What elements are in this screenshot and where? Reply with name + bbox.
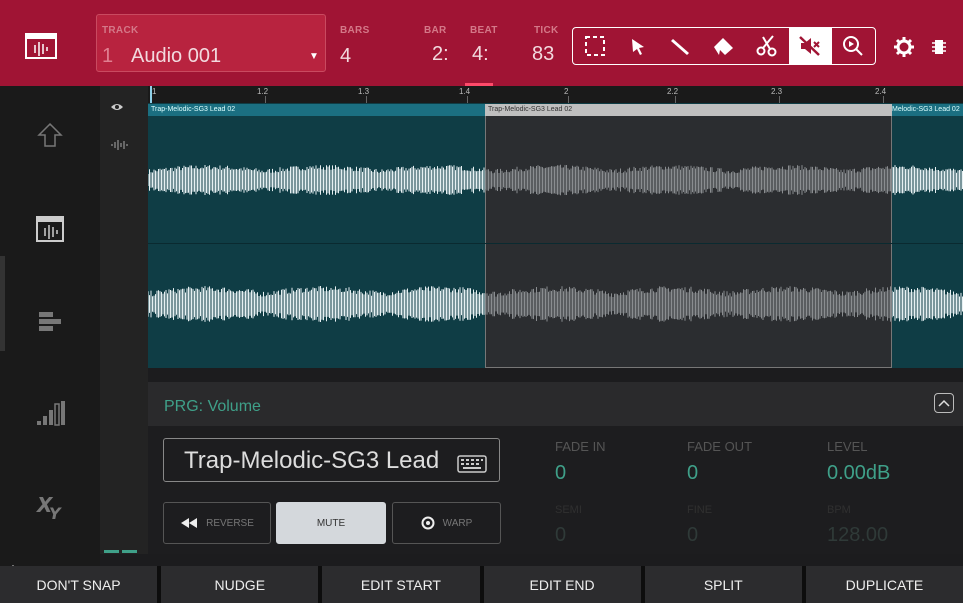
track-label: TRACK [102, 25, 139, 36]
waveform-display [148, 164, 963, 322]
fine-label: FINE [687, 504, 713, 516]
mute-tool[interactable] [788, 28, 832, 64]
region-edit-panel: Trap-Melodic-SG3 Lead REVERSE MUTE WARP … [148, 426, 963, 554]
track-selector[interactable]: TRACK 1 Audio 001 ▼ [96, 14, 326, 72]
scissors-icon [756, 35, 777, 57]
lane-controls [100, 86, 148, 554]
waveform-trace [892, 286, 963, 322]
waveform-trace [148, 165, 485, 195]
chevron-down-icon: ▼ [309, 51, 319, 62]
waveform-timeline[interactable]: 1 1.2 1.3 1.4 2 2.2 2.3 2.4 Trap-Melodic… [148, 86, 963, 368]
track-number: 1 [102, 45, 114, 67]
semi-label: SEMI [555, 504, 582, 516]
waveform-trace [485, 164, 892, 196]
left-sidebar: XY [0, 86, 100, 566]
waveform-trace [148, 286, 485, 322]
warp-label: WARP [442, 517, 473, 529]
audio-edit-mode-icon[interactable] [34, 214, 66, 244]
bar-value[interactable]: 2: [432, 43, 449, 66]
top-bar: TRACK 1 Audio 001 ▼ BARS 4 BAR 2: BEAT 4… [0, 0, 963, 86]
arrow-cursor-icon [631, 39, 644, 55]
mute-button[interactable]: MUTE [276, 502, 386, 544]
level-meter-icon[interactable] [34, 398, 66, 428]
nudge-button[interactable]: NUDGE [161, 566, 319, 603]
chevron-up-icon[interactable] [934, 393, 954, 413]
bars-value[interactable]: 4 [340, 45, 351, 68]
eraser-icon [713, 38, 733, 55]
tick-label: TICK [534, 25, 559, 36]
keyboard-icon[interactable] [457, 452, 487, 480]
mute-label: MUTE [316, 517, 346, 529]
xy-fx-icon[interactable]: XY [34, 492, 66, 522]
track-name: Audio 001 [131, 45, 222, 67]
pencil-tool[interactable] [659, 28, 702, 64]
fade-in-label: FADE IN [555, 439, 606, 454]
sample-name-field[interactable]: Trap-Melodic-SG3 Lead [163, 438, 500, 482]
edit-end-button[interactable]: EDIT END [483, 566, 641, 603]
function-button-bar: DON'T SNAP NUDGE EDIT START EDIT END SPL… [0, 566, 963, 603]
bar-label: BAR [424, 25, 447, 36]
audio-track-mode-icon[interactable] [20, 30, 62, 62]
split-button[interactable]: SPLIT [644, 566, 802, 603]
eye-icon[interactable] [110, 99, 124, 117]
speaker-muted-icon [799, 36, 821, 56]
zoom-tool[interactable] [832, 28, 875, 64]
reverse-label: REVERSE [206, 517, 254, 529]
beat-value[interactable]: 4: [472, 43, 489, 66]
up-arrow-icon[interactable] [34, 120, 66, 150]
warp-icon [421, 516, 435, 530]
pointer-tool[interactable] [616, 28, 659, 64]
bars-label: BARS [340, 25, 370, 36]
tick-value[interactable]: 83 [532, 43, 554, 66]
sidebar-scroll-handle[interactable] [0, 256, 5, 351]
fine-value: 0 [687, 524, 699, 546]
eraser-tool[interactable] [702, 28, 745, 64]
automation-label: PRG: Volume [164, 398, 261, 415]
waveform-trace [485, 286, 892, 322]
gear-icon[interactable] [893, 36, 915, 63]
select-region-tool[interactable] [573, 28, 616, 64]
meter-right [122, 550, 137, 553]
semi-value: 0 [555, 524, 567, 546]
meter-left [104, 550, 119, 553]
waveform-trace [892, 165, 963, 195]
fade-out-value[interactable]: 0 [687, 462, 698, 485]
edit-start-button[interactable]: EDIT START [322, 566, 480, 603]
warp-button[interactable]: WARP [392, 502, 501, 544]
automation-lane-header[interactable]: PRG: Volume [148, 382, 963, 426]
track-list-icon[interactable] [34, 306, 66, 336]
duplicate-button[interactable]: DUPLICATE [805, 566, 963, 603]
fade-in-value[interactable]: 0 [555, 462, 566, 485]
zoom-icon [843, 36, 864, 56]
dont-snap-button[interactable]: DON'T SNAP [0, 566, 158, 603]
svg-text:Y: Y [49, 504, 62, 522]
level-label: LEVEL [827, 439, 868, 454]
chip-icon[interactable] [932, 38, 946, 61]
reverse-button[interactable]: REVERSE [163, 502, 271, 544]
fade-out-label: FADE OUT [687, 439, 753, 454]
level-value[interactable]: 0.00dB [827, 462, 890, 485]
dashed-rect-icon [584, 36, 605, 56]
tool-palette [572, 27, 876, 65]
waveform-toggle-icon[interactable] [110, 138, 128, 156]
scissors-tool[interactable] [746, 28, 789, 64]
bpm-value: 128.00 [827, 524, 889, 546]
sample-name: Trap-Melodic-SG3 Lead [184, 447, 440, 474]
beat-label: BEAT [470, 25, 498, 36]
pencil-icon [670, 39, 689, 55]
rewind-icon [181, 518, 198, 528]
bpm-label: BPM [827, 504, 851, 516]
